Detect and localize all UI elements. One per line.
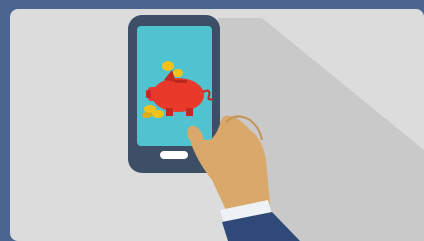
piggy-leg-front bbox=[166, 108, 173, 116]
coin-top-1 bbox=[162, 61, 174, 71]
coin-top-2 bbox=[173, 69, 183, 77]
coin-bottom-2 bbox=[152, 110, 164, 118]
piggy-leg-back bbox=[186, 108, 193, 116]
coin-bottom-3 bbox=[142, 112, 152, 118]
home-button bbox=[160, 151, 188, 159]
piggy-nostril bbox=[146, 90, 151, 98]
illustration-frame bbox=[0, 0, 424, 241]
mobile-savings-illustration bbox=[0, 0, 424, 241]
coin-slot bbox=[175, 80, 187, 83]
